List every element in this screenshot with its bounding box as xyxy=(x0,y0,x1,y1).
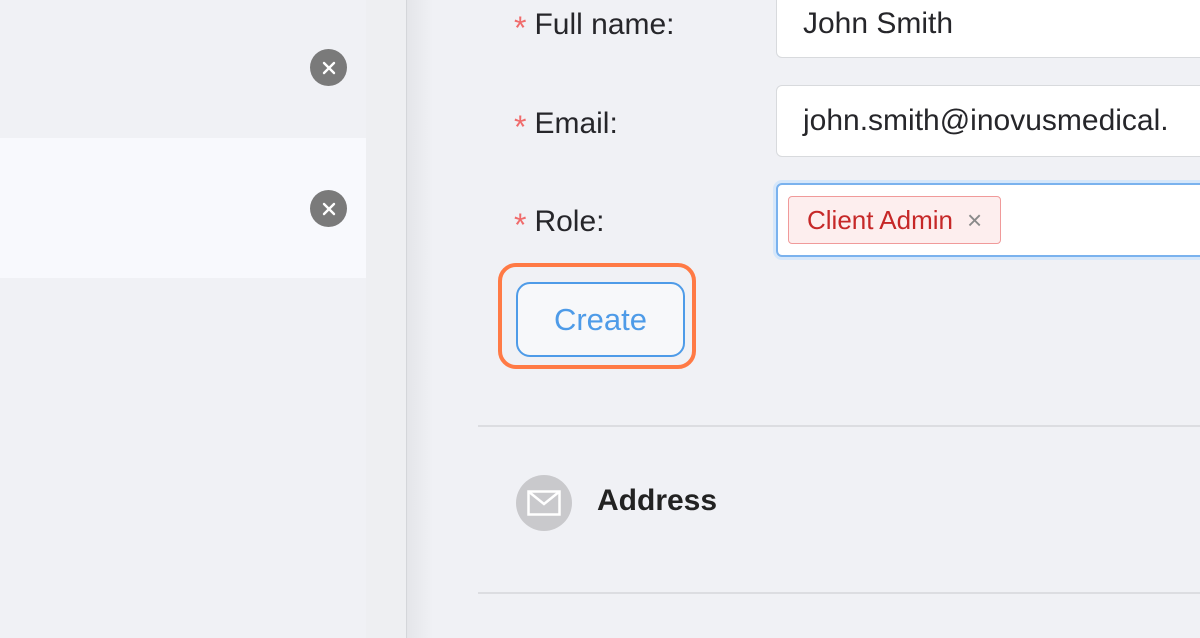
email-label-text: Email: xyxy=(534,107,618,140)
role-label-text: Role: xyxy=(534,205,605,238)
create-button[interactable]: Create xyxy=(516,282,685,357)
email-label: * Email: xyxy=(514,107,618,145)
email-input[interactable]: john.smith@inovusmedical. xyxy=(776,85,1200,157)
full-name-label-text: Full name: xyxy=(534,8,675,41)
panel-shadow xyxy=(407,0,433,638)
required-mark: * xyxy=(514,109,527,145)
envelope-icon xyxy=(516,475,572,531)
role-select[interactable]: Client Admin × xyxy=(776,183,1200,257)
email-value: john.smith@inovusmedical. xyxy=(803,104,1169,137)
close-icon[interactable] xyxy=(310,190,347,227)
close-icon[interactable] xyxy=(310,49,347,86)
tag-remove-icon[interactable]: × xyxy=(967,205,982,236)
section-divider xyxy=(478,425,1200,427)
address-title: Address xyxy=(597,484,718,517)
full-name-input[interactable]: John Smith xyxy=(776,0,1200,58)
required-mark: * xyxy=(514,10,527,46)
role-tag-text: Client Admin xyxy=(807,204,953,235)
full-name-value: John Smith xyxy=(803,7,954,40)
role-label: * Role: xyxy=(514,205,605,243)
section-divider xyxy=(478,592,1200,594)
panel-gutter xyxy=(366,0,406,638)
left-panel xyxy=(0,0,366,638)
full-name-label: * Full name: xyxy=(514,8,675,46)
required-mark: * xyxy=(514,207,527,243)
role-tag: Client Admin × xyxy=(788,196,1002,244)
